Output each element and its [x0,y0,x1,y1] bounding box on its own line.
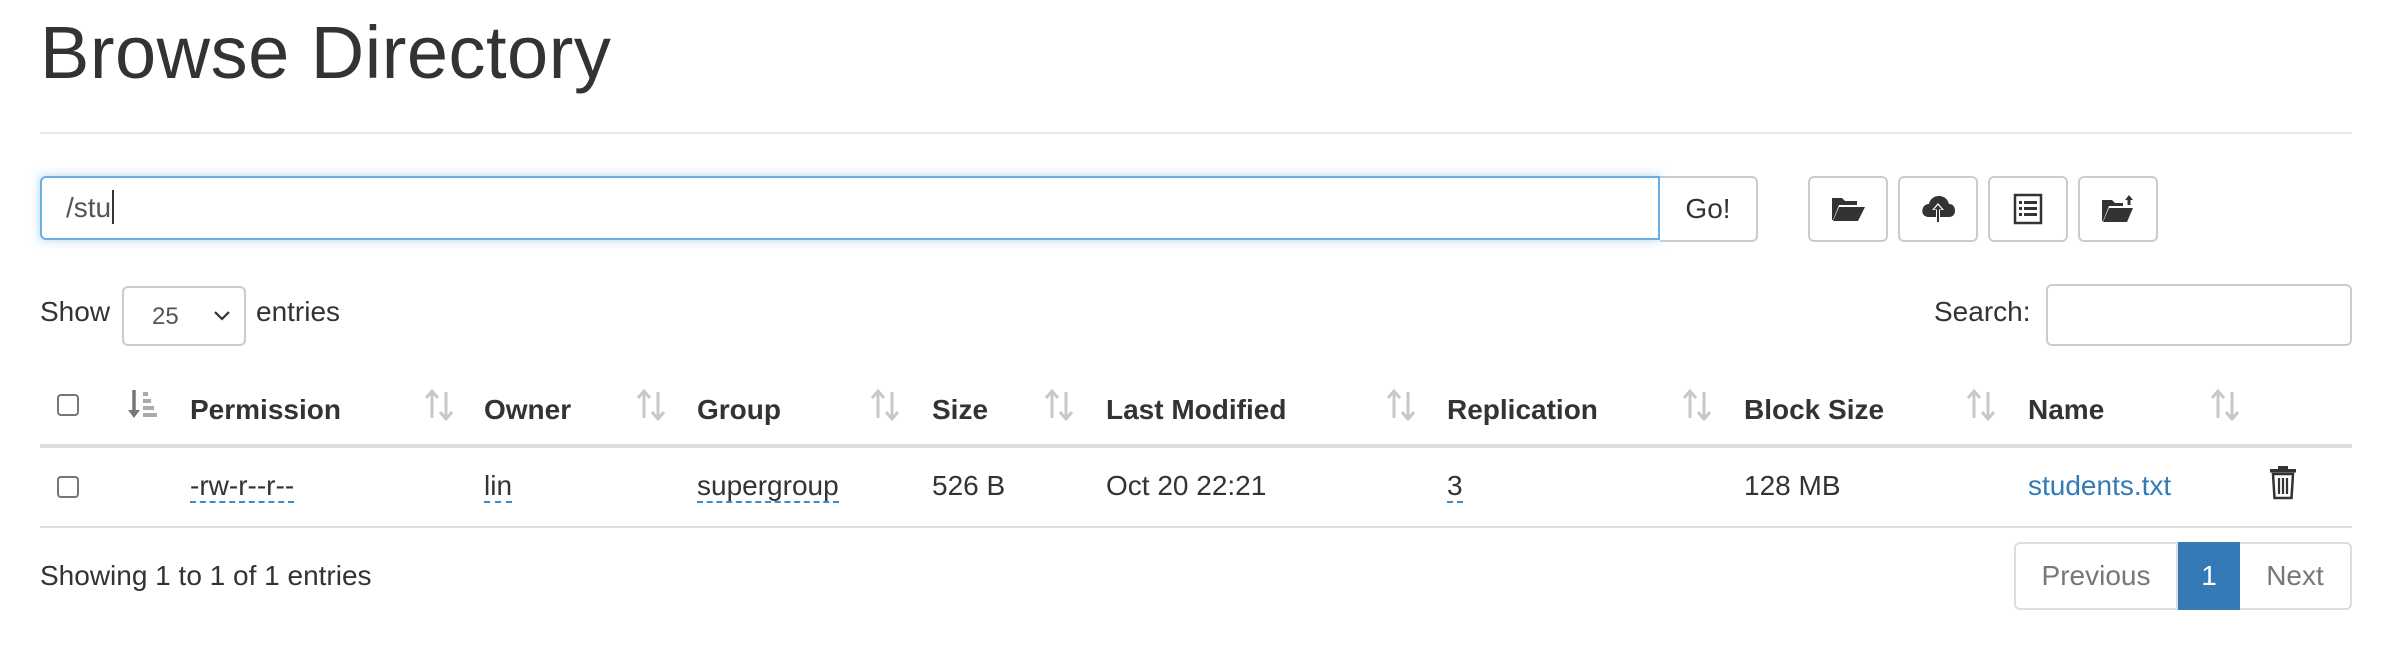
show-label: Show [40,296,111,327]
column-header-permission[interactable]: Permission [190,392,341,428]
page-1-button[interactable]: 1 [2178,542,2240,610]
upload-file-button[interactable] [1898,176,1978,242]
select-all-checkbox[interactable] [57,394,79,416]
move-files-button[interactable] [2078,176,2158,242]
entries-select-value: 25 [152,303,179,330]
table-row-divider [40,526,2352,528]
cell-group[interactable]: supergroup [697,468,839,504]
sort-both-icon[interactable] [1682,388,1712,422]
list-alt-icon [2013,193,2043,225]
cut-paste-button[interactable] [1988,176,2068,242]
trash-icon[interactable] [2268,464,2298,500]
cell-last-modified: Oct 20 22:21 [1106,470,1267,501]
cloud-upload-icon [1922,196,1955,222]
folder-open-icon [1832,198,1865,221]
row-select-checkbox[interactable] [57,476,79,498]
column-header-group[interactable]: Group [697,392,781,428]
column-header-size[interactable]: Size [932,392,988,428]
chevron-down-icon [214,311,230,321]
folder-move-icon [2102,195,2133,222]
entries-label: entries [256,296,341,327]
search-label: Search: [1934,296,2031,327]
column-header-owner[interactable]: Owner [484,392,571,428]
sort-both-icon[interactable] [1966,388,1996,422]
table-info: Showing 1 to 1 of 1 entries [40,560,372,591]
file-name-link[interactable]: students.txt [2028,468,2171,504]
directory-path-input[interactable] [40,176,1660,240]
browse-directory-page: Browse Directory /stu Go! Show 25 entrie… [0,0,2404,656]
sort-both-icon[interactable] [1044,388,1074,422]
sort-both-icon[interactable] [870,388,900,422]
create-directory-button[interactable] [1808,176,1888,242]
title-divider [40,132,2352,134]
cell-replication[interactable]: 3 [1447,468,1463,504]
sort-both-icon[interactable] [424,388,454,422]
column-header-block-size[interactable]: Block Size [1744,392,1884,428]
cell-block-size: 128 MB [1744,470,1841,501]
previous-page-button[interactable]: Previous [2014,542,2178,610]
table-header-divider [40,444,2352,448]
sort-both-icon[interactable] [2210,388,2240,422]
cell-permission[interactable]: -rw-r--r-- [190,468,295,504]
column-header-name[interactable]: Name [2028,392,2104,428]
page-title: Browse Directory [40,11,612,94]
column-header-replication[interactable]: Replication [1447,392,1598,428]
entries-per-page-select[interactable]: 25 [122,286,246,346]
search-input[interactable] [2046,284,2352,346]
cell-owner[interactable]: lin [484,468,513,504]
sort-both-icon[interactable] [636,388,666,422]
sort-both-icon[interactable] [1386,388,1416,422]
column-header-last-modified[interactable]: Last Modified [1106,392,1286,428]
cell-size: 526 B [932,470,1006,501]
sort-ascending-icon[interactable] [128,388,158,422]
go-button[interactable]: Go! [1660,176,1758,242]
next-page-button[interactable]: Next [2240,542,2352,610]
